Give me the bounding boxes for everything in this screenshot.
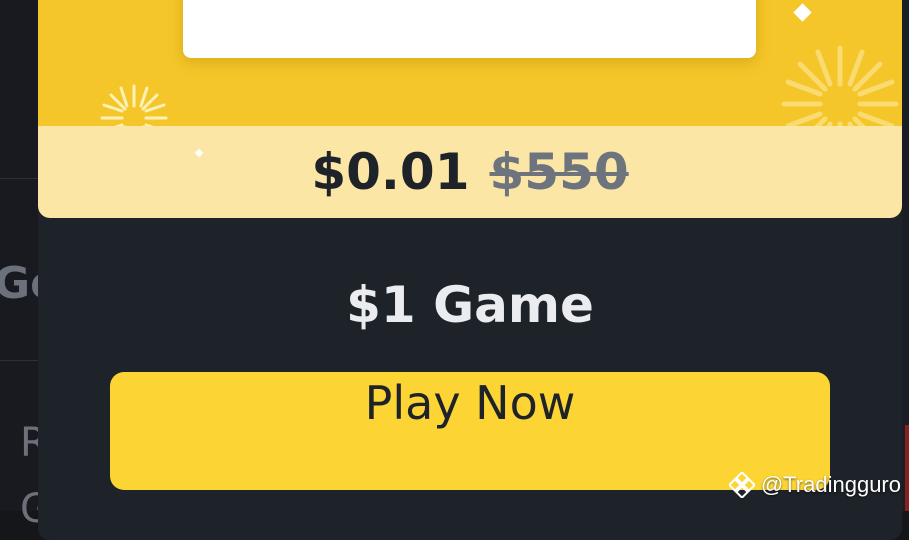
- promo-modal: $0.01 $550 $1 Game Play Now: [38, 0, 902, 540]
- background-right-accent: [905, 425, 909, 511]
- watermark: @Tradingguro: [728, 472, 901, 498]
- background-divider: [0, 178, 40, 179]
- sparkle-diamond-icon: [793, 3, 812, 22]
- promo-card: [183, 0, 756, 58]
- current-price: $0.01: [311, 143, 470, 201]
- play-now-label: Play Now: [364, 376, 576, 430]
- price-strip: $0.01 $550: [38, 126, 902, 218]
- background-divider: [0, 360, 40, 361]
- binance-logo-icon: [728, 472, 755, 498]
- watermark-handle: @Tradingguro: [760, 472, 901, 497]
- original-price: $550: [489, 143, 629, 201]
- game-title: $1 Game: [346, 276, 594, 334]
- promo-hero-banner: [38, 0, 902, 163]
- play-now-button[interactable]: Play Now: [110, 372, 830, 490]
